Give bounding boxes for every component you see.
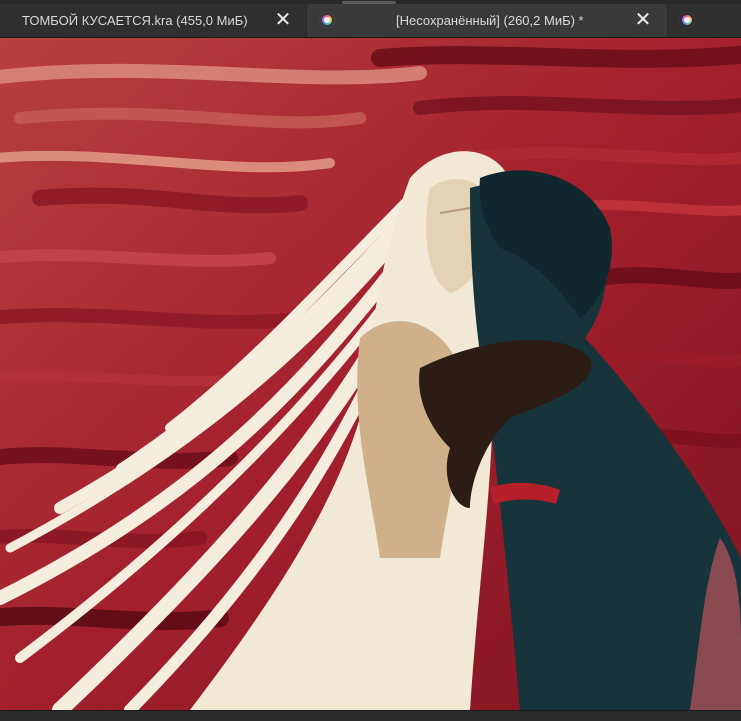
tab-tomboy-document[interactable]: ТОМБОЙ КУСАЕТСЯ.kra (455,0 МиБ) ✕ [0,4,306,37]
tab-unsaved-document[interactable]: [Несохранённый] (260,2 МиБ) * ✕ [307,4,667,37]
status-strip [0,710,741,721]
artwork-illustration [0,38,741,710]
painting-canvas[interactable] [0,38,741,710]
close-icon[interactable]: ✕ [633,4,653,37]
krita-app-icon [319,12,335,28]
document-tab-bar: ТОМБОЙ КУСАЕТСЯ.kra (455,0 МиБ) ✕ [Несох… [0,0,741,38]
tab-title: ТОМБОЙ КУСАЕТСЯ.kra (455,0 МиБ) [22,13,248,28]
tab-third-document[interactable] [668,4,741,37]
close-icon[interactable]: ✕ [273,4,293,37]
tab-title: [Несохранённый] (260,2 МиБ) * [396,13,584,28]
krita-app-icon [679,12,695,28]
